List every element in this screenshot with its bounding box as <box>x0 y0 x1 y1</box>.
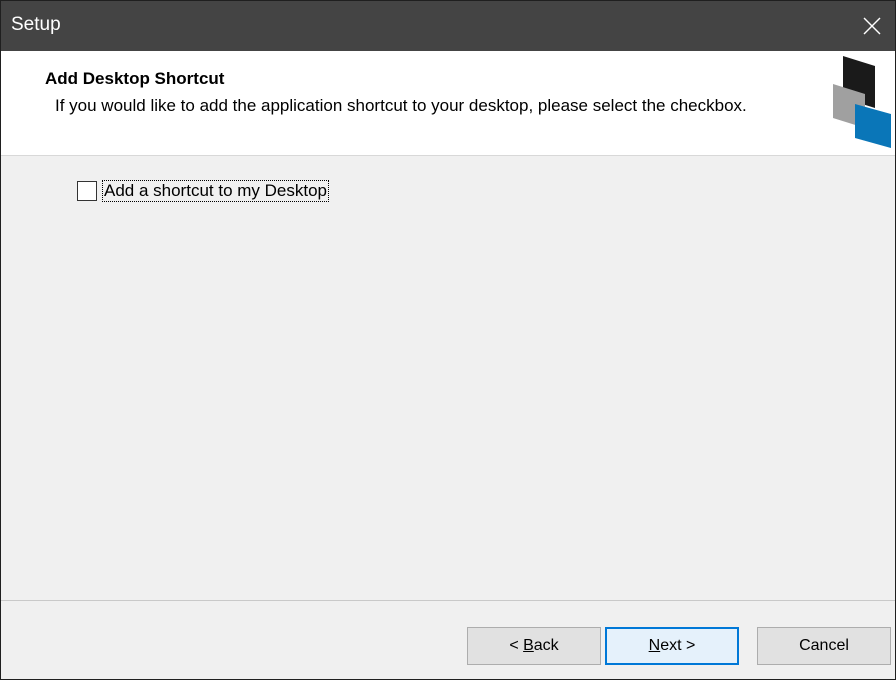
close-button[interactable] <box>849 1 895 51</box>
shortcut-checkbox-label[interactable]: Add a shortcut to my Desktop <box>102 180 329 202</box>
setup-logo-icon <box>833 56 891 148</box>
next-button[interactable]: Next > <box>605 627 739 665</box>
window-title: Setup <box>11 14 61 35</box>
next-button-accelerator: N <box>648 637 661 654</box>
setup-dialog: Setup Add Desktop Shortcut If you would … <box>0 0 896 680</box>
back-button-accelerator: B <box>523 637 534 654</box>
back-button[interactable]: < Back <box>467 627 601 665</box>
page-title: Add Desktop Shortcut <box>45 69 225 88</box>
back-button-prefix: < <box>509 637 524 654</box>
cancel-button[interactable]: Cancel <box>757 627 891 665</box>
page-description: If you would like to add the application… <box>55 96 747 115</box>
shortcut-checkbox[interactable] <box>77 181 97 201</box>
close-icon <box>863 17 881 35</box>
wizard-header: Add Desktop Shortcut If you would like t… <box>1 51 895 156</box>
footer-divider <box>1 600 895 601</box>
cancel-button-label: Cancel <box>799 637 849 654</box>
shortcut-option[interactable]: Add a shortcut to my Desktop <box>77 180 329 202</box>
wizard-content: Add a shortcut to my Desktop <box>1 156 895 600</box>
next-button-label: ext > <box>660 637 696 654</box>
title-bar[interactable]: Setup <box>1 1 895 51</box>
back-button-label: ack <box>533 637 559 654</box>
